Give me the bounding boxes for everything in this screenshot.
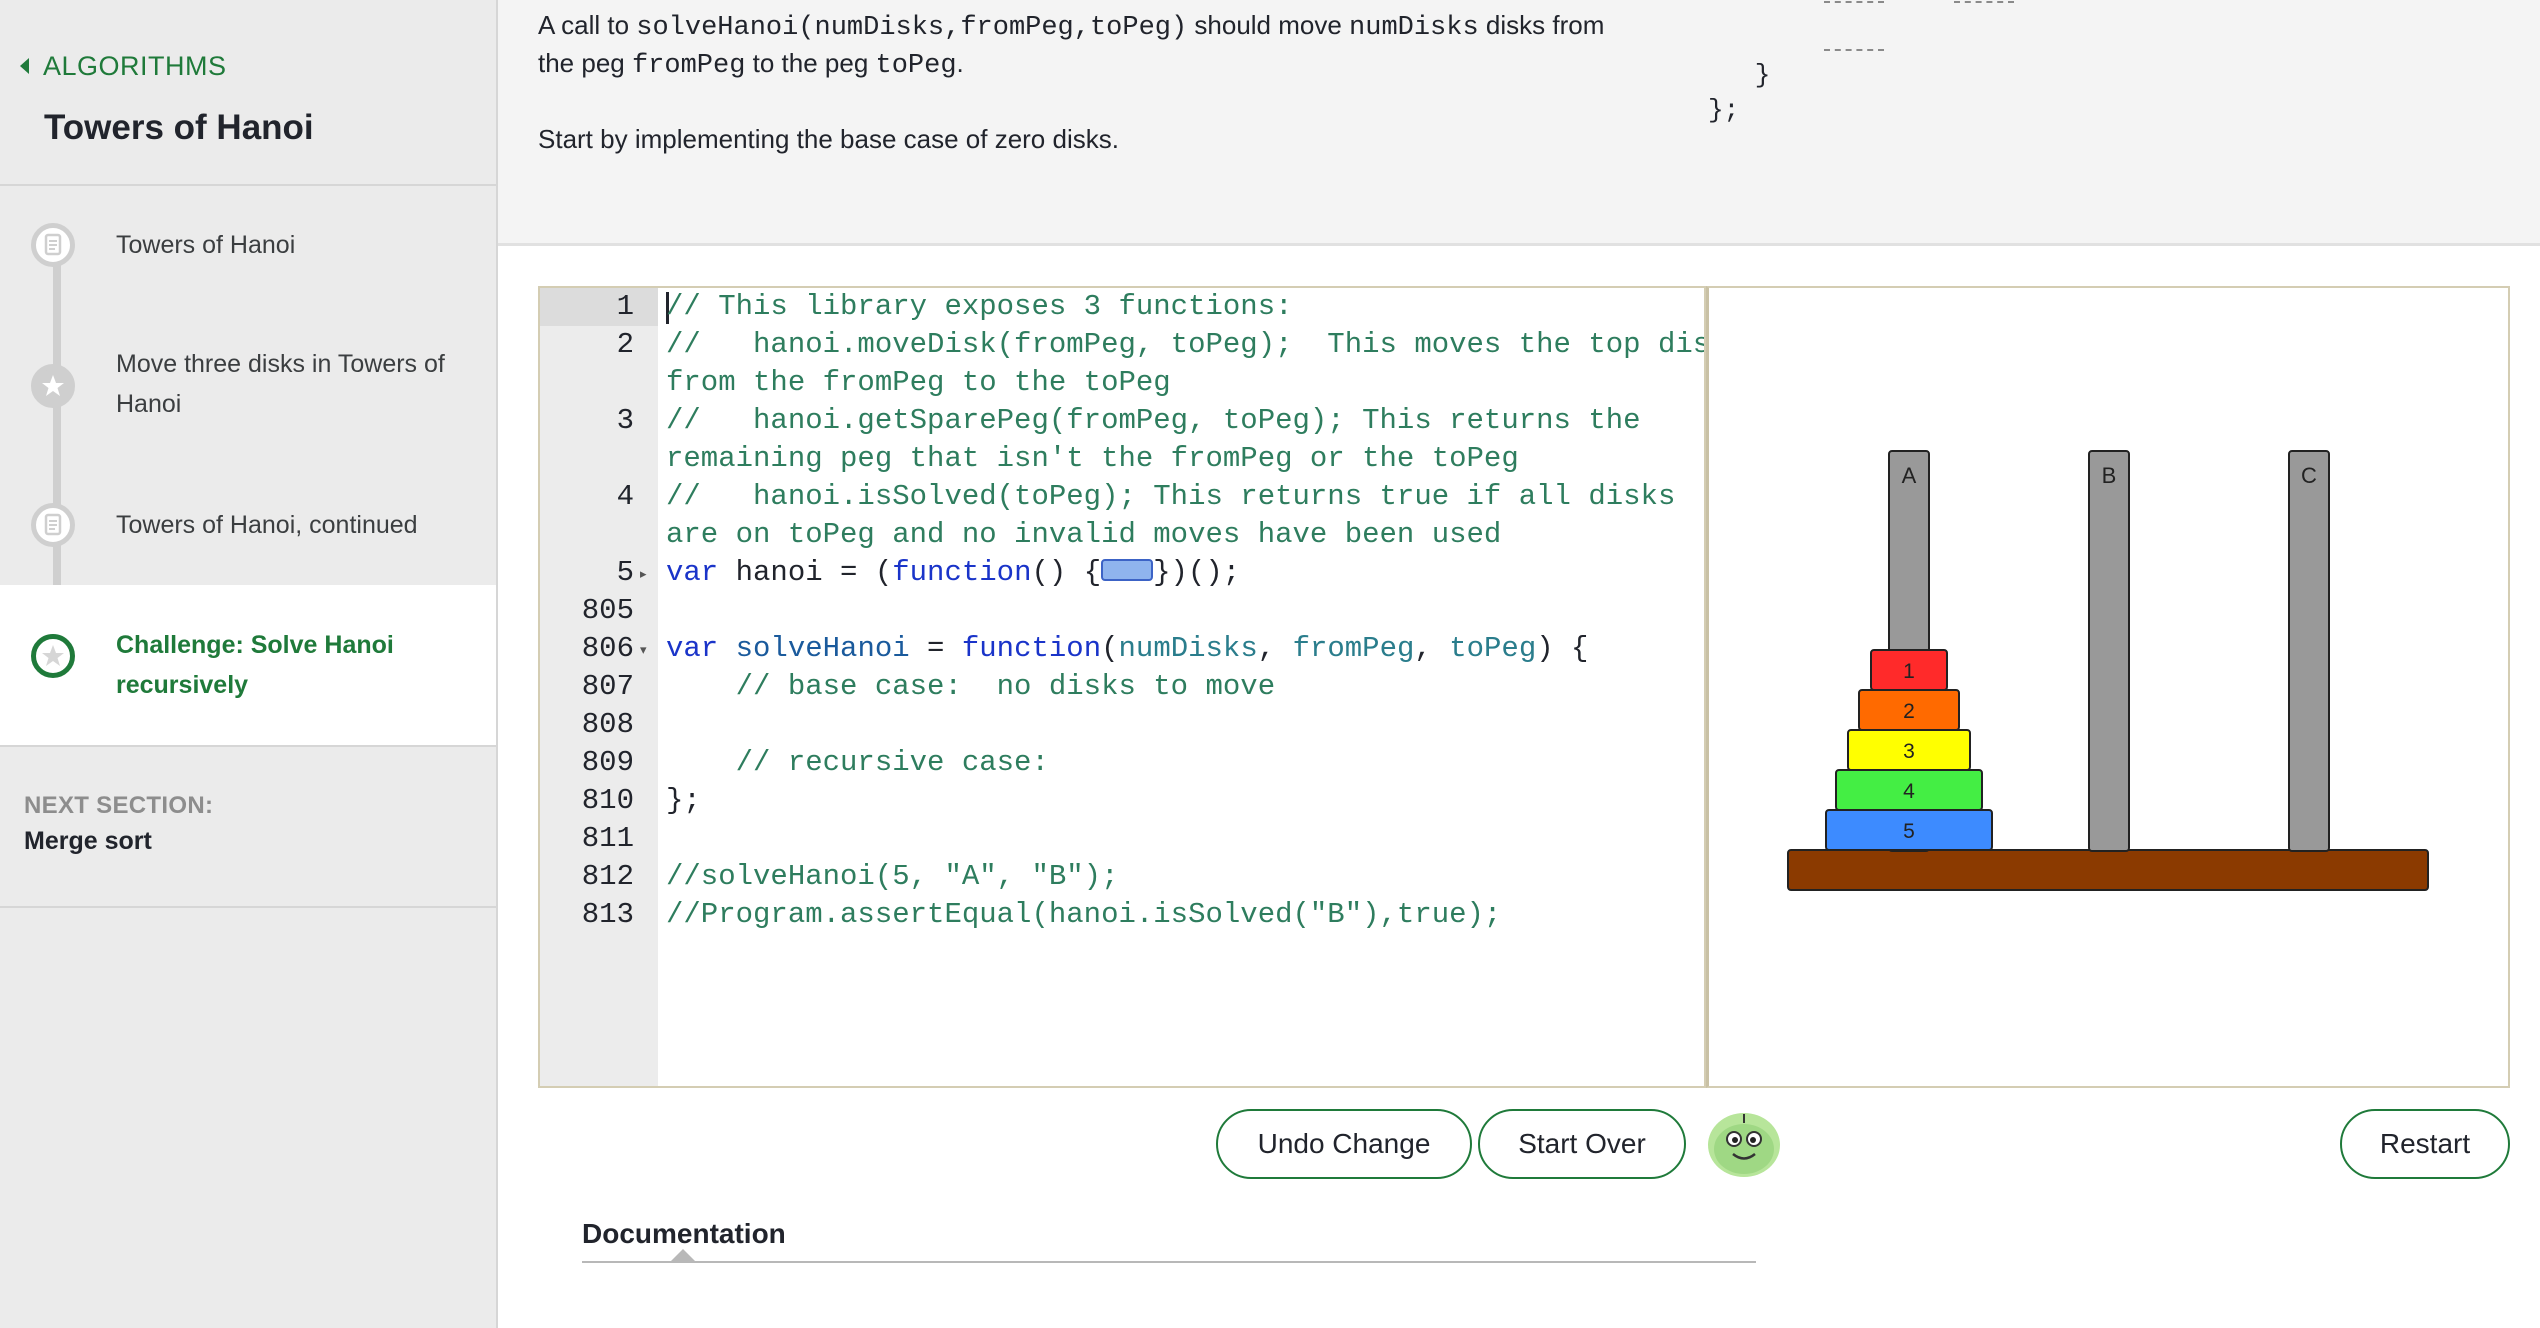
- undo-change-button[interactable]: Undo Change: [1216, 1109, 1472, 1179]
- fold-collapse-icon[interactable]: ▾: [640, 642, 647, 658]
- disk-label: 2: [1903, 700, 1915, 723]
- disk-4: 4: [1835, 769, 1983, 811]
- instructions-line-2: the peg fromPeg to the peg toPeg.: [538, 48, 964, 81]
- disk-label: 1: [1903, 660, 1915, 683]
- code-line[interactable]: // base case: no disks to move: [666, 668, 1276, 706]
- sidebar-step-move-three-disks[interactable]: Move three disks in Towers of Hanoi: [0, 330, 496, 450]
- peg-label: B: [2102, 463, 2117, 488]
- folded-code-widget[interactable]: [1101, 559, 1154, 582]
- code-line[interactable]: //solveHanoi(5, "A", "B");: [666, 858, 1118, 896]
- line-number: 812: [581, 860, 634, 893]
- step-label: Towers of Hanoi, continued: [116, 511, 418, 539]
- article-icon: [31, 223, 75, 267]
- caret-left-icon: [20, 58, 29, 74]
- back-to-algorithms-link[interactable]: ALGORITHMS: [20, 50, 227, 82]
- code-editor[interactable]: 1 2 3 4 5 ▸ 805 806 ▾ 807 808 809 810 81…: [538, 286, 1706, 1088]
- step-label: Challenge: Solve Hanoi recursively: [116, 631, 394, 699]
- code-line-wrap[interactable]: are on toPeg and no invalid moves have b…: [666, 516, 1501, 554]
- back-link-label: ALGORITHMS: [43, 50, 227, 81]
- line-number: 810: [581, 784, 634, 817]
- tab-underline: [582, 1261, 1756, 1263]
- line-number: 2: [616, 328, 634, 361]
- line-number-gutter: 1 2 3 4 5 ▸ 805 806 ▾ 807 808 809 810 81…: [540, 288, 658, 1086]
- next-section-label: NEXT SECTION:: [24, 792, 214, 819]
- line-number: 806: [581, 632, 634, 665]
- disk-label: 5: [1903, 820, 1915, 843]
- code-line[interactable]: // hanoi.getSparePeg(fromPeg, toPeg); Th…: [666, 402, 1641, 440]
- disk-3: 3: [1847, 729, 1971, 771]
- peg-label: A: [1902, 463, 1917, 488]
- line-number: 1: [540, 288, 658, 326]
- code-line[interactable]: // recursive case:: [666, 744, 1049, 782]
- start-over-button[interactable]: Start Over: [1478, 1109, 1686, 1179]
- fold-expand-icon[interactable]: ▸: [640, 566, 647, 582]
- peg-label: C: [2301, 463, 2317, 488]
- disk-2: 2: [1858, 689, 1960, 731]
- towers-of-hanoi-drawing: A B C 5 4 3 2 1: [1787, 450, 2429, 891]
- disk-label: 3: [1903, 740, 1915, 763]
- hanoi-base: [1787, 849, 2429, 891]
- code-line[interactable]: var hanoi = (function() {})();: [666, 554, 1240, 592]
- tab-documentation[interactable]: Documentation: [582, 1218, 786, 1250]
- sidebar-divider: [0, 184, 496, 186]
- code-line[interactable]: // hanoi.moveDisk(fromPeg, toPeg); This …: [666, 326, 1704, 364]
- disk-label: 4: [1903, 780, 1915, 803]
- sidebar-divider: [0, 906, 496, 908]
- line-number: 813: [581, 898, 634, 931]
- peg-rod: [2088, 450, 2130, 852]
- disk-5: 5: [1825, 809, 1993, 851]
- dash-mark: [1824, 1, 1884, 3]
- next-section-link[interactable]: Merge sort: [24, 827, 152, 856]
- challenge-instructions: A call to solveHanoi(numDisks,fromPeg,to…: [498, 0, 2540, 246]
- line-number: 809: [581, 746, 634, 779]
- line-number: 3: [616, 404, 634, 437]
- peg-rod: [2288, 450, 2330, 852]
- code-line-wrap[interactable]: remaining peg that isn't the fromPeg or …: [666, 440, 1519, 478]
- peg-c: C: [2288, 450, 2330, 852]
- line-number: 811: [581, 822, 634, 855]
- sidebar-divider: [0, 745, 496, 747]
- code-line[interactable]: var solveHanoi = function(numDisks, from…: [666, 630, 1588, 668]
- tab-active-pointer: [670, 1249, 696, 1262]
- code-line[interactable]: };: [666, 782, 701, 820]
- sidebar-step-challenge-solve-hanoi[interactable]: Challenge: Solve Hanoi recursively: [0, 585, 496, 745]
- sidebar-step-towers-of-hanoi[interactable]: Towers of Hanoi: [0, 200, 496, 290]
- step-label: Towers of Hanoi: [116, 231, 296, 259]
- restart-button[interactable]: Restart: [2340, 1109, 2510, 1179]
- star-icon: [31, 364, 75, 408]
- dash-mark: [1954, 1, 2014, 3]
- line-number: 5: [616, 556, 634, 589]
- star-icon: [31, 634, 75, 678]
- code-line[interactable]: // hanoi.isSolved(toPeg); This returns t…: [666, 478, 1675, 516]
- program-output-canvas[interactable]: A B C 5 4 3 2 1: [1706, 286, 2510, 1088]
- code-line-wrap[interactable]: from the fromPeg to the toPeg: [666, 364, 1171, 402]
- code-line[interactable]: // This library exposes 3 functions:: [666, 288, 1293, 326]
- mascot-icon[interactable]: [1706, 1109, 1782, 1179]
- dash-mark: [1824, 49, 1884, 51]
- line-number: 808: [581, 708, 634, 741]
- sidebar-step-towers-continued[interactable]: Towers of Hanoi, continued: [0, 485, 496, 565]
- line-number: 4: [616, 480, 634, 513]
- instructions-line-3: Start by implementing the base case of z…: [538, 124, 1119, 154]
- code-line[interactable]: //Program.assertEqual(hanoi.isSolved("B"…: [666, 896, 1501, 934]
- peg-b: B: [2088, 450, 2130, 852]
- instructions-line-1: A call to solveHanoi(numDisks,fromPeg,to…: [538, 10, 1605, 43]
- tutorial-sidebar: ALGORITHMS Towers of Hanoi Towers of Han…: [0, 0, 498, 1328]
- disk-1: 1: [1870, 649, 1948, 691]
- line-number: 805: [581, 594, 634, 627]
- line-number: 807: [581, 670, 634, 703]
- article-icon: [31, 503, 75, 547]
- tutorial-title: Towers of Hanoi: [44, 108, 314, 147]
- sample-code-snippet: } };: [1708, 60, 1771, 125]
- step-label: Move three disks in Towers of Hanoi: [116, 350, 445, 418]
